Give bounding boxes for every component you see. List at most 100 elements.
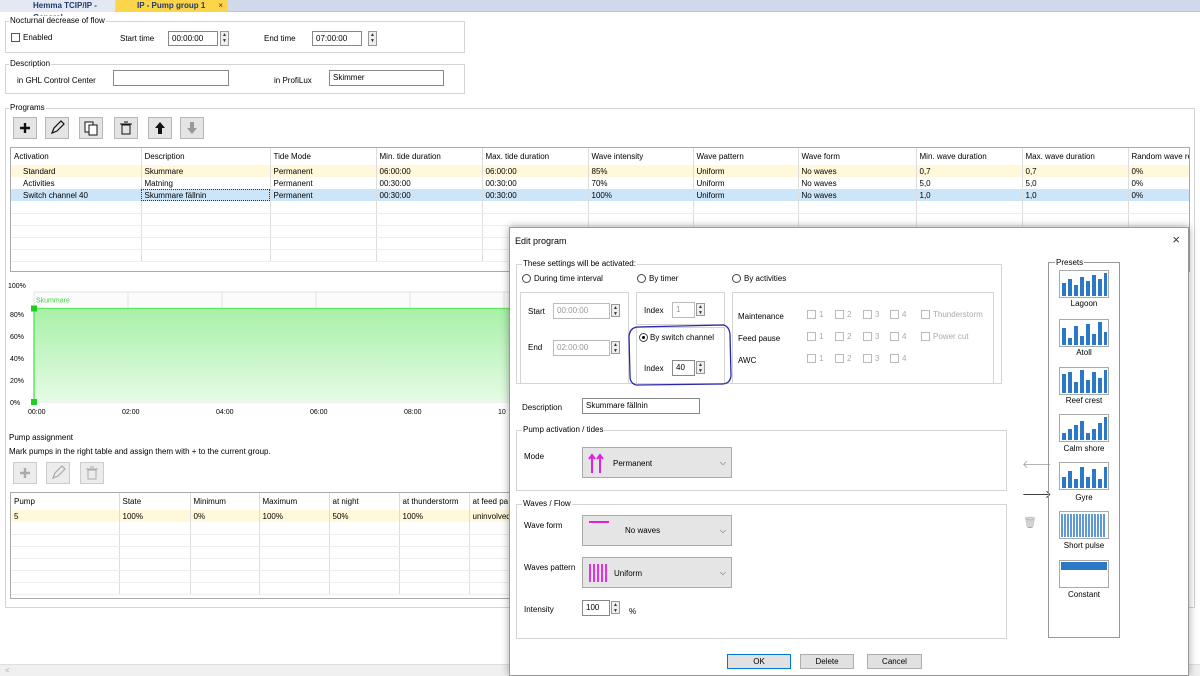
preset-label: Reef crest bbox=[1065, 396, 1103, 405]
by-activities-radio[interactable] bbox=[732, 274, 741, 283]
column-header[interactable]: Wave intensity bbox=[588, 148, 694, 165]
table-cell: 5,0 bbox=[1022, 177, 1129, 189]
end-time-spinner[interactable]: ▲ ▼ bbox=[368, 31, 377, 46]
column-header[interactable]: Tide Mode bbox=[270, 148, 377, 165]
by-timer-radio[interactable] bbox=[637, 274, 646, 283]
column-header[interactable]: at night bbox=[329, 493, 400, 510]
table-cell: 06:00:00 bbox=[482, 165, 589, 177]
cancel-button[interactable]: Cancel bbox=[867, 654, 922, 669]
feed-pause-3-checkbox[interactable] bbox=[863, 332, 872, 341]
preset-gyre[interactable] bbox=[1059, 462, 1109, 490]
flat-wave-icon bbox=[589, 521, 609, 523]
arrow-right-icon[interactable]: 🡒 bbox=[1022, 488, 1052, 502]
dialog-description-input[interactable]: Skummare fällnin bbox=[582, 398, 700, 414]
table-cell: 50% bbox=[329, 510, 400, 522]
table-row[interactable]: Standard Skummare Permanent 06:00:00 06:00:0… bbox=[11, 165, 1189, 177]
interval-start-input[interactable]: 00:00:00 bbox=[553, 303, 610, 319]
column-header[interactable]: Description bbox=[141, 148, 271, 165]
mode-select[interactable]: Permanent ⌵ bbox=[582, 447, 732, 478]
column-header[interactable]: Max. wave duration bbox=[1022, 148, 1129, 165]
column-header[interactable]: Activation bbox=[11, 148, 142, 165]
column-header[interactable]: Max. tide duration bbox=[482, 148, 589, 165]
dialog-description-label: Description bbox=[522, 403, 563, 412]
move-up-button[interactable] bbox=[148, 117, 172, 139]
edit-program-button[interactable] bbox=[45, 117, 69, 139]
maintenance-4-checkbox[interactable] bbox=[890, 310, 899, 319]
tab-hemma-general[interactable]: Hemma TCIP/IP - General bbox=[0, 0, 115, 22]
copy-program-button[interactable] bbox=[79, 117, 103, 139]
feed-pause-1-checkbox[interactable] bbox=[807, 332, 816, 341]
timer-index-input[interactable]: 1 bbox=[672, 302, 695, 318]
interval-end-input[interactable]: 02:00:00 bbox=[553, 340, 610, 356]
chevron-left-icon[interactable]: < bbox=[5, 666, 10, 675]
table-cell: 100% bbox=[259, 510, 330, 522]
timer-index-spinner[interactable]: ▲ ▼ bbox=[696, 303, 705, 316]
thunderstorm-checkbox[interactable] bbox=[921, 310, 930, 319]
enabled-checkbox[interactable] bbox=[11, 33, 20, 42]
preset-atoll[interactable] bbox=[1059, 319, 1109, 347]
table-cell: Matning bbox=[141, 177, 271, 189]
move-down-button[interactable] bbox=[180, 117, 204, 139]
waves-pattern-select[interactable]: Uniform ⌵ bbox=[582, 557, 732, 588]
ghl-description-input[interactable] bbox=[113, 70, 229, 86]
intensity-input[interactable]: 100 bbox=[582, 600, 610, 616]
column-header[interactable]: Random wave re bbox=[1128, 148, 1189, 165]
add-program-button[interactable] bbox=[13, 117, 37, 139]
column-header[interactable]: Min. wave duration bbox=[916, 148, 1023, 165]
delete-button[interactable]: Delete bbox=[800, 654, 854, 669]
delete-program-button[interactable] bbox=[114, 117, 138, 139]
table-cell: 00:30:00 bbox=[376, 177, 483, 189]
trash-icon[interactable]: 🗑 bbox=[1022, 516, 1038, 530]
column-header[interactable]: Wave form bbox=[798, 148, 917, 165]
interval-start-spinner[interactable]: ▲ ▼ bbox=[611, 304, 620, 317]
awc-4-checkbox[interactable] bbox=[890, 354, 899, 363]
preset-constant[interactable] bbox=[1059, 560, 1109, 588]
intensity-spinner[interactable]: ▲ ▼ bbox=[611, 601, 620, 614]
preset-calm-shore[interactable] bbox=[1059, 414, 1109, 442]
tab-pump-group-1[interactable]: IP - Pump group 1 × bbox=[116, 0, 228, 12]
table-row[interactable]: 5 100% 0% 100% 50% 100% uninvolved bbox=[11, 510, 509, 522]
feed-pause-4-checkbox[interactable] bbox=[890, 332, 899, 341]
power-cut-checkbox[interactable] bbox=[921, 332, 930, 341]
profilux-description-input[interactable]: Skimmer bbox=[329, 70, 444, 86]
close-icon[interactable]: × bbox=[218, 0, 223, 12]
close-icon[interactable]: × bbox=[1172, 232, 1180, 247]
column-header[interactable]: Pump bbox=[11, 493, 120, 510]
column-header[interactable]: Minimum bbox=[190, 493, 260, 510]
table-cell: 00:30:00 bbox=[482, 177, 589, 189]
arrow-left-icon[interactable]: 🡐 bbox=[1022, 458, 1052, 472]
column-header[interactable]: Min. tide duration bbox=[376, 148, 483, 165]
interval-end-spinner[interactable]: ▲ ▼ bbox=[611, 341, 620, 354]
preset-reef-crest[interactable] bbox=[1059, 367, 1109, 395]
table-row-selected[interactable]: Switch channel 40 Skummare fällnin Permane… bbox=[11, 189, 1189, 201]
start-time-input[interactable]: 00:00:00 bbox=[168, 31, 218, 46]
maintenance-2-checkbox[interactable] bbox=[835, 310, 844, 319]
activation-title: These settings will be activated: bbox=[522, 259, 637, 268]
awc-3-checkbox[interactable] bbox=[863, 354, 872, 363]
table-cell: Skummare bbox=[141, 165, 271, 177]
end-time-input[interactable]: 07:00:00 bbox=[312, 31, 362, 46]
preset-label: Calm shore bbox=[1063, 444, 1105, 453]
edit-pump-button[interactable] bbox=[46, 462, 70, 484]
table-row[interactable]: Activities Matning Permanent 00:30:00 00:30:… bbox=[11, 177, 1189, 189]
during-time-interval-radio[interactable] bbox=[522, 274, 531, 283]
maintenance-3-checkbox[interactable] bbox=[863, 310, 872, 319]
column-header[interactable]: State bbox=[119, 493, 191, 510]
ok-button[interactable]: OK bbox=[727, 654, 791, 669]
preset-short-pulse[interactable] bbox=[1059, 511, 1109, 539]
feed-pause-2-checkbox[interactable] bbox=[835, 332, 844, 341]
assign-pump-button[interactable] bbox=[13, 462, 37, 484]
start-time-spinner[interactable]: ▲ ▼ bbox=[220, 31, 229, 46]
column-header[interactable]: at feed pa bbox=[469, 493, 509, 510]
awc-2-checkbox[interactable] bbox=[835, 354, 844, 363]
remove-pump-button[interactable] bbox=[80, 462, 104, 484]
awc-1-checkbox[interactable] bbox=[807, 354, 816, 363]
column-header[interactable]: Wave pattern bbox=[693, 148, 799, 165]
dialog-title: Edit program bbox=[515, 236, 567, 246]
maintenance-1-checkbox[interactable] bbox=[807, 310, 816, 319]
column-header[interactable]: Maximum bbox=[259, 493, 330, 510]
wave-form-select[interactable]: No waves ⌵ bbox=[582, 515, 732, 546]
preset-lagoon[interactable] bbox=[1059, 270, 1109, 298]
column-header[interactable]: at thunderstorm bbox=[399, 493, 470, 510]
pencil-icon bbox=[50, 120, 65, 135]
